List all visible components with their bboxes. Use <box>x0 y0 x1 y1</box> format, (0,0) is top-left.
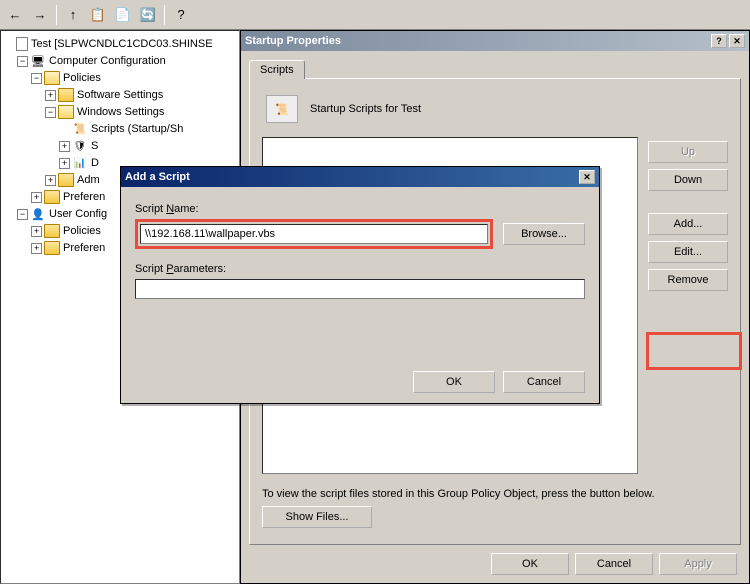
back-button[interactable]: ← <box>4 4 26 26</box>
tree-label: Adm <box>77 174 100 186</box>
help-button[interactable]: ? <box>170 4 192 26</box>
tree-label: Test [SLPWCNDLC1CDC03.SHINSE <box>31 38 213 50</box>
chart-icon <box>72 156 88 170</box>
collapse-icon[interactable]: − <box>45 107 56 118</box>
folder-open-icon <box>58 105 74 119</box>
tree-label: Computer Configuration <box>49 55 166 67</box>
dialog-title: Startup Properties <box>245 35 341 47</box>
tree-windows-settings[interactable]: − Windows Settings <box>3 104 237 120</box>
ok-button[interactable]: OK <box>491 553 569 575</box>
collapse-icon[interactable]: − <box>17 56 28 67</box>
hint-text: To view the script files stored in this … <box>262 488 728 500</box>
tree-root[interactable]: Test [SLPWCNDLC1CDC03.SHINSE <box>3 36 237 52</box>
tree-scripts-startup[interactable]: Scripts (Startup/Sh <box>3 121 237 137</box>
folder-icon <box>58 173 74 187</box>
dialog-title-bar: Startup Properties ? ✕ <box>241 31 749 51</box>
add-button[interactable]: Add... <box>648 213 728 235</box>
script-name-input[interactable] <box>140 224 488 244</box>
toolbar-separator <box>164 5 165 25</box>
shield-icon <box>72 139 88 153</box>
close-button[interactable]: ✕ <box>579 170 595 184</box>
script-icon <box>72 122 88 136</box>
tree-label: Preferen <box>63 242 105 254</box>
tree-label: User Config <box>49 208 107 220</box>
apply-button[interactable]: Apply <box>659 553 737 575</box>
browse-button[interactable]: Browse... <box>503 223 585 245</box>
remove-button[interactable]: Remove <box>648 269 728 291</box>
tree-policies[interactable]: − Policies <box>3 70 237 86</box>
expand-icon[interactable]: + <box>31 226 42 237</box>
properties-button[interactable]: 📄 <box>112 4 134 26</box>
highlight-input-annotation <box>135 219 493 249</box>
forward-button[interactable]: → <box>29 4 51 26</box>
computer-icon <box>30 54 46 68</box>
tree-label: Windows Settings <box>77 106 164 118</box>
cancel-button[interactable]: Cancel <box>503 371 585 393</box>
tree-label: Software Settings <box>77 89 163 101</box>
close-button[interactable]: ✕ <box>729 34 745 48</box>
script-parameters-label: Script Parameters: <box>135 263 585 275</box>
dialog-title-bar: Add a Script ✕ <box>121 167 599 187</box>
folder-icon <box>58 88 74 102</box>
add-script-dialog: Add a Script ✕ Script Name: Browse... Sc… <box>120 166 600 404</box>
expand-icon[interactable]: + <box>59 141 70 152</box>
tree-software-settings[interactable]: + Software Settings <box>3 87 237 103</box>
tree-computer-configuration[interactable]: − Computer Configuration <box>3 53 237 69</box>
collapse-icon[interactable]: − <box>31 73 42 84</box>
tab-strip: Scripts <box>249 59 741 78</box>
folder-icon <box>44 224 60 238</box>
dialog-title: Add a Script <box>125 171 190 183</box>
tree-label: Policies <box>63 72 101 84</box>
tree-label: D <box>91 157 99 169</box>
blank-icon <box>3 39 14 50</box>
show-files-button[interactable]: Show Files... <box>262 506 372 528</box>
expand-icon[interactable]: + <box>45 90 56 101</box>
scripts-header-text: Startup Scripts for Test <box>310 103 421 115</box>
down-button[interactable]: Down <box>648 169 728 191</box>
ok-button[interactable]: OK <box>413 371 495 393</box>
toolbar-separator <box>56 5 57 25</box>
tree-label: Preferen <box>63 191 105 203</box>
up-button[interactable]: ↑ <box>62 4 84 26</box>
tab-scripts[interactable]: Scripts <box>249 60 305 79</box>
copy-button[interactable]: 📋 <box>87 4 109 26</box>
folder-open-icon <box>44 71 60 85</box>
user-icon <box>30 207 46 221</box>
tree-item[interactable]: + S <box>3 138 237 154</box>
scripts-header-icon: 📜 <box>266 95 298 123</box>
main-toolbar: ← → ↑ 📋 📄 🔄 ? <box>0 0 750 30</box>
expand-icon[interactable]: + <box>59 158 70 169</box>
expand-icon[interactable]: + <box>45 175 56 186</box>
folder-icon <box>44 190 60 204</box>
dialog-footer: OK Cancel Apply <box>249 545 741 575</box>
tree-label: S <box>91 140 98 152</box>
help-button[interactable]: ? <box>711 34 727 48</box>
tree-label: Policies <box>63 225 101 237</box>
tree-label: Scripts (Startup/Sh <box>91 123 183 135</box>
collapse-icon[interactable]: − <box>17 209 28 220</box>
policy-doc-icon <box>16 37 28 51</box>
blank-icon <box>59 124 70 135</box>
edit-button[interactable]: Edit... <box>648 241 728 263</box>
expand-icon[interactable]: + <box>31 243 42 254</box>
expand-icon[interactable]: + <box>31 192 42 203</box>
script-parameters-input[interactable] <box>135 279 585 299</box>
script-name-label: Script Name: <box>135 203 585 215</box>
cancel-button[interactable]: Cancel <box>575 553 653 575</box>
up-button[interactable]: Up <box>648 141 728 163</box>
refresh-button[interactable]: 🔄 <box>137 4 159 26</box>
folder-icon <box>44 241 60 255</box>
